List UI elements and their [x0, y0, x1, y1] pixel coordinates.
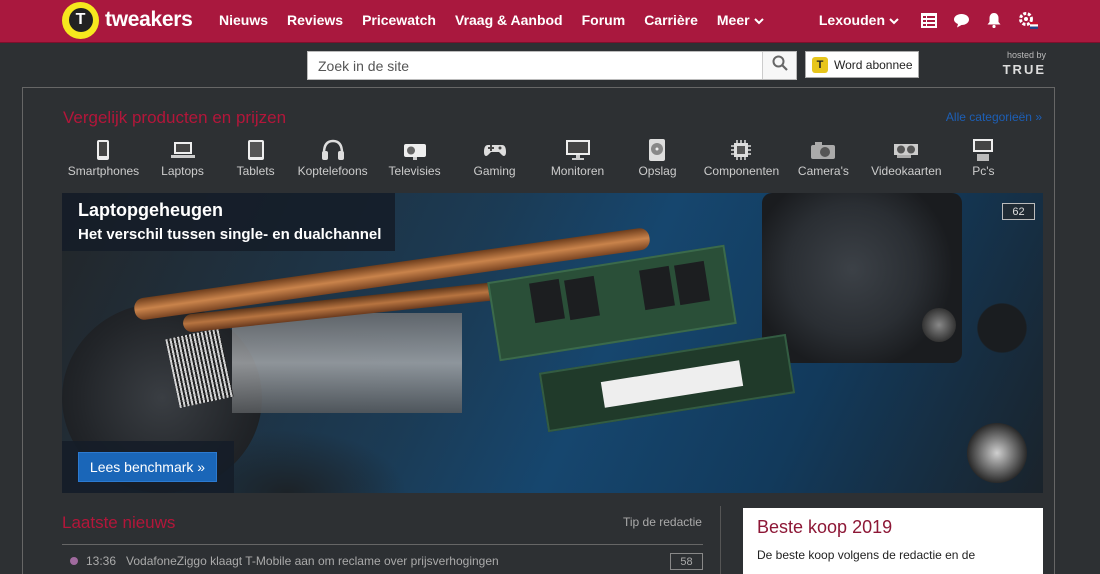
search-input[interactable] — [308, 52, 762, 79]
category-opslag[interactable]: Opslag — [620, 138, 695, 178]
chat-icon[interactable] — [953, 13, 970, 28]
category-bar: Smartphones Laptops Tablets Koptelefoons… — [63, 138, 1013, 178]
gamepad-icon — [483, 138, 507, 162]
nav-item-carriere[interactable]: Carrière — [644, 12, 698, 28]
category-label: Tablets — [236, 164, 275, 178]
category-televisies[interactable]: Televisies — [375, 138, 454, 178]
chevron-down-icon — [753, 17, 764, 28]
main-content: Vergelijk producten en prijzen Alle cate… — [22, 87, 1055, 574]
latest-news-title: Laatste nieuws — [62, 513, 176, 532]
category-label: Televisies — [388, 164, 441, 178]
headphones-icon — [321, 138, 345, 162]
hero-cta-panel: Lees benchmark » — [62, 441, 234, 493]
category-label: Pc's — [972, 164, 995, 178]
hero-image-capacitor — [967, 423, 1027, 483]
bell-icon[interactable] — [986, 12, 1002, 28]
main-nav: Nieuws Reviews Pricewatch Vraag & Aanbod… — [219, 0, 783, 40]
hero-title: Laptopgeheugen — [78, 200, 223, 220]
hero-image-capacitor — [922, 308, 956, 342]
hosted-by[interactable]: hosted by TRUE — [990, 50, 1046, 77]
user-menu[interactable]: Lexouden — [819, 12, 899, 28]
cpu-icon — [730, 138, 752, 162]
hero-image-chip — [639, 265, 675, 311]
logo-letter: T — [68, 8, 93, 32]
tip-editors-link[interactable]: Tip de redactie — [623, 515, 702, 529]
username: Lexouden — [818, 12, 885, 28]
best-buy-text: De beste koop volgens de redactie en de — [757, 548, 976, 562]
hero-image-chip — [529, 278, 565, 324]
category-label: Camera's — [797, 164, 849, 178]
category-componenten[interactable]: Componenten — [695, 138, 788, 178]
news-time: 13:36 — [86, 554, 117, 568]
nav-item-meer-label: Meer — [716, 12, 750, 28]
category-label: Gaming — [473, 164, 516, 178]
nav-item-vraag-aanbod[interactable]: Vraag & Aanbod — [455, 12, 563, 28]
category-koptelefoons[interactable]: Koptelefoons — [290, 138, 375, 178]
gpu-icon — [893, 138, 919, 162]
divider — [62, 544, 703, 545]
divider — [720, 506, 721, 574]
subscribe-label: Word abonnee — [834, 57, 913, 72]
category-label: Opslag — [638, 164, 677, 178]
best-buy-title: Beste koop 2019 — [757, 517, 893, 537]
site-logo[interactable]: T tweakers — [62, 1, 193, 39]
news-comment-count[interactable]: 58 — [670, 553, 703, 570]
hero-article[interactable]: Laptopgeheugen Het verschil tussen singl… — [62, 193, 1043, 493]
logo-text: tweakers — [105, 8, 193, 31]
tv-icon — [403, 138, 427, 162]
list-icon[interactable] — [921, 12, 937, 28]
hero-image-heatsink — [232, 313, 462, 413]
category-smartphones[interactable]: Smartphones — [63, 138, 144, 178]
search-button[interactable] — [762, 52, 796, 79]
smartphone-icon — [96, 138, 110, 162]
category-pcs[interactable]: Pc's — [954, 138, 1013, 178]
hero-image-chip — [564, 275, 600, 321]
search-icon — [772, 55, 788, 76]
category-cameras[interactable]: Camera's — [788, 138, 859, 178]
news-item[interactable]: 13:36 VodafoneZiggo klaagt T-Mobile aan … — [62, 551, 703, 571]
subscribe-badge-icon: T — [812, 56, 828, 73]
camera-icon — [810, 138, 836, 162]
category-gaming[interactable]: Gaming — [454, 138, 535, 178]
category-label: Monitoren — [550, 164, 605, 178]
category-label: Componenten — [703, 164, 780, 178]
hero-comment-count[interactable]: 62 — [1002, 203, 1035, 220]
category-label: Koptelefoons — [297, 164, 368, 178]
pc-icon — [972, 138, 994, 162]
read-benchmark-button[interactable]: Lees benchmark » — [78, 452, 217, 482]
nav-item-forum[interactable]: Forum — [582, 12, 626, 28]
top-navigation-bar: T tweakers Nieuws Reviews Pricewatch Vra… — [0, 0, 1100, 43]
bullet-icon — [70, 557, 78, 565]
hosted-brand-logo: TRUE — [1002, 62, 1046, 77]
category-label: Smartphones — [67, 164, 140, 178]
logo-icon: T — [62, 1, 99, 39]
nav-item-nieuws[interactable]: Nieuws — [219, 12, 268, 28]
category-laptops[interactable]: Laptops — [144, 138, 221, 178]
nav-item-reviews[interactable]: Reviews — [287, 12, 343, 28]
harddisk-icon — [648, 138, 666, 162]
hero-image-chip — [674, 260, 710, 306]
monitor-icon — [565, 138, 591, 162]
chevron-down-icon — [889, 17, 899, 28]
category-videokaarten[interactable]: Videokaarten — [859, 138, 954, 178]
category-monitoren[interactable]: Monitoren — [535, 138, 620, 178]
news-headline: VodafoneZiggo klaagt T-Mobile aan om rec… — [126, 554, 499, 568]
category-tablets[interactable]: Tablets — [221, 138, 290, 178]
compare-title: Vergelijk producten en prijzen — [63, 108, 287, 127]
tablet-icon — [247, 138, 265, 162]
site-search — [307, 51, 797, 80]
subscribe-button[interactable]: T Word abonnee — [805, 51, 919, 78]
hero-subtitle: Het verschil tussen single- en dualchann… — [78, 226, 382, 243]
hero-caption: Laptopgeheugen Het verschil tussen singl… — [62, 193, 395, 251]
best-buy-box[interactable]: Beste koop 2019 De beste koop volgens de… — [743, 508, 1043, 574]
gear-icon[interactable] — [1018, 11, 1038, 29]
all-categories-link[interactable]: Alle categorieën » — [946, 110, 1042, 124]
laptop-icon — [170, 138, 195, 162]
user-nav: Lexouden — [819, 0, 1038, 40]
category-label: Laptops — [161, 164, 204, 178]
nav-item-pricewatch[interactable]: Pricewatch — [362, 12, 436, 28]
hosted-label: hosted by — [1006, 50, 1046, 60]
nav-item-meer[interactable]: Meer — [717, 12, 764, 28]
category-label: Videokaarten — [871, 164, 942, 178]
